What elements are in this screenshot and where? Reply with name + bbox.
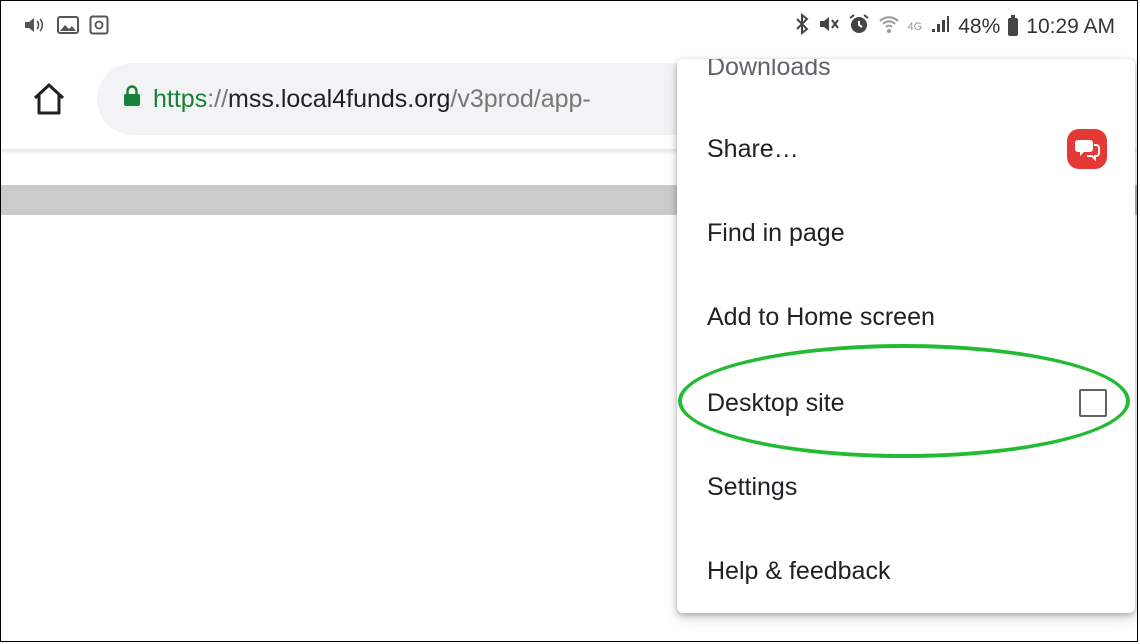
status-bar-left: [23, 15, 109, 40]
menu-item-help-feedback[interactable]: Help & feedback: [677, 529, 1135, 613]
bluetooth-icon: [794, 12, 810, 41]
page-edge: [1135, 185, 1137, 215]
screenshot-icon: [89, 15, 109, 40]
home-icon: [33, 83, 65, 115]
url-path: /v3prod/app-: [450, 84, 591, 113]
url-host: mss.local4funds.org: [228, 84, 451, 113]
wifi-icon: [878, 13, 900, 41]
menu-item-share[interactable]: Share…: [677, 107, 1135, 191]
menu-item-label: Help & feedback: [707, 556, 891, 585]
battery-icon: [1008, 15, 1019, 36]
menu-item-label: Desktop site: [707, 388, 845, 417]
menu-item-settings[interactable]: Settings: [677, 445, 1135, 529]
battery-percent: 48%: [958, 15, 1001, 38]
volume-icon: [23, 15, 47, 40]
menu-item-label: Downloads: [707, 59, 831, 81]
menu-item-desktop-site[interactable]: Desktop site: [677, 361, 1135, 445]
status-bar: 4G 48% 10:29 AM: [1, 1, 1137, 53]
menu-item-label: Find in page: [707, 218, 845, 247]
mute-icon: [818, 13, 840, 41]
overflow-menu: Downloads Share… Find in page Add to Hom…: [677, 59, 1135, 613]
lte-icon: 4G: [907, 21, 923, 33]
desktop-site-checkbox[interactable]: [1079, 389, 1107, 417]
home-button[interactable]: [29, 79, 69, 119]
clock: 10:29 AM: [1026, 15, 1115, 38]
lock-icon: [123, 84, 141, 114]
status-bar-right: 4G 48% 10:29 AM: [794, 12, 1115, 41]
alarm-icon: [848, 13, 870, 41]
image-icon: [57, 15, 79, 40]
menu-item-label: Share…: [707, 134, 799, 163]
menu-item-find-in-page[interactable]: Find in page: [677, 191, 1135, 275]
share-app-icon: [1067, 129, 1107, 169]
signal-icon: [930, 14, 950, 40]
screenshot-frame: 4G 48% 10:29 AM https://mss.local4funds.…: [0, 0, 1138, 642]
menu-item-downloads[interactable]: Downloads: [677, 59, 1135, 109]
menu-item-add-to-home-screen[interactable]: Add to Home screen: [677, 275, 1135, 359]
address-bar[interactable]: https://mss.local4funds.org/v3prod/app-: [97, 63, 737, 135]
url-scheme: https: [153, 84, 208, 113]
url-separator: ://: [207, 84, 229, 113]
menu-item-label: Settings: [707, 472, 798, 501]
menu-item-label: Add to Home screen: [707, 302, 935, 331]
